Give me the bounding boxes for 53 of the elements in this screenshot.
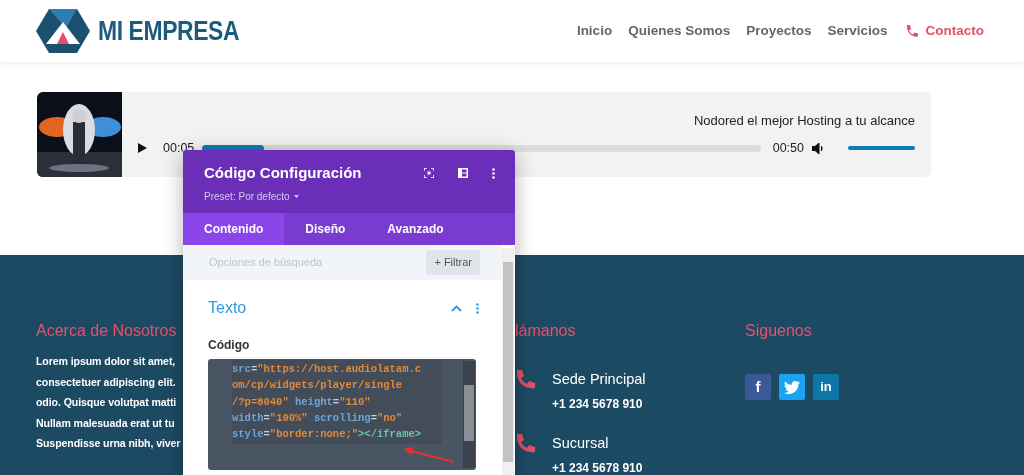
columns-icon[interactable] bbox=[458, 168, 468, 179]
preset-dropdown[interactable]: Preset: Por defecto bbox=[204, 188, 299, 204]
phone-number: +1 234 5678 910 bbox=[552, 395, 644, 413]
code-line: style="border:none;"></iframe> bbox=[232, 427, 423, 443]
contact-name: Sede Principal bbox=[552, 370, 646, 389]
track-title: Nodored el mejor Hosting a tu alcance bbox=[693, 112, 915, 131]
more-icon[interactable] bbox=[492, 167, 495, 179]
logo-icon bbox=[36, 8, 90, 54]
section-heading: lámanos bbox=[514, 321, 577, 341]
code-line: /?p=8040" height="110" bbox=[232, 394, 372, 410]
code-editor[interactable]: src="https://host.audiolatam.c om/cp/widgets/player/single /?p=8040" height="110" width="100%" scrolling="no" style="border:none;"></iframe> bbox=[208, 359, 476, 470]
field-label: Código bbox=[207, 337, 251, 354]
social-link[interactable]: f bbox=[745, 374, 771, 400]
nav-link[interactable]: Proyectos bbox=[746, 20, 812, 42]
code-line: width="100%" scrolling="no" bbox=[232, 410, 404, 426]
volume-slider[interactable] bbox=[848, 146, 915, 151]
panel-title: Código Configuración bbox=[204, 163, 362, 183]
nav-link[interactable]: Inicio bbox=[576, 20, 613, 42]
bird-icon bbox=[784, 380, 800, 394]
code-line: om/cp/widgets/player/single bbox=[232, 378, 404, 394]
footer-text: odio. Quisque volutpat matti bbox=[36, 395, 177, 410]
annotation-arrow bbox=[403, 447, 455, 463]
panel-tab[interactable]: Avanzado bbox=[366, 213, 465, 245]
social-link[interactable] bbox=[779, 374, 805, 400]
filter-button[interactable]: + Filtrar bbox=[426, 250, 480, 275]
panel-tab[interactable]: Contenido bbox=[183, 213, 285, 245]
section-heading: Siguenos bbox=[745, 321, 813, 341]
progress-track[interactable] bbox=[202, 144, 761, 152]
nav-link[interactable]: Contacto bbox=[903, 20, 984, 42]
chevron-icon[interactable] bbox=[451, 304, 462, 312]
social-link[interactable]: in bbox=[813, 374, 839, 400]
nav-link[interactable]: Servicios bbox=[827, 20, 888, 42]
footer-text: Nullam malesuada erat ut tu bbox=[36, 415, 175, 431]
nav-link[interactable]: Quienes Somos bbox=[628, 20, 731, 42]
caret-icon bbox=[293, 194, 299, 198]
footer-text: consectetuer adipiscing elit. bbox=[36, 374, 176, 390]
volume-icon[interactable] bbox=[812, 142, 824, 154]
phone-number: +1 234 5678 910 bbox=[552, 459, 643, 475]
phone-icon bbox=[514, 369, 536, 391]
phone-icon bbox=[514, 432, 536, 455]
section-heading: Acerca de Nosotros bbox=[36, 321, 178, 341]
play-icon[interactable] bbox=[138, 143, 147, 154]
logo-text: MI EMPRESA bbox=[98, 14, 240, 48]
time-text: 00:50 bbox=[772, 139, 804, 157]
section-title: Texto bbox=[208, 298, 247, 318]
contact-name: Sucursal bbox=[552, 433, 610, 453]
scrollbar[interactable] bbox=[463, 361, 475, 468]
fullscreen-icon[interactable] bbox=[424, 168, 434, 179]
footer-text: Suspendisse urna nibh, viver bbox=[36, 436, 181, 451]
scrollbar[interactable] bbox=[502, 248, 514, 475]
code-line: src="https://host.audiolatam.c bbox=[232, 362, 423, 377]
panel-tab[interactable]: Diseño bbox=[284, 213, 367, 245]
footer-text: Lorem ipsum dolor sit amet, bbox=[36, 354, 176, 369]
